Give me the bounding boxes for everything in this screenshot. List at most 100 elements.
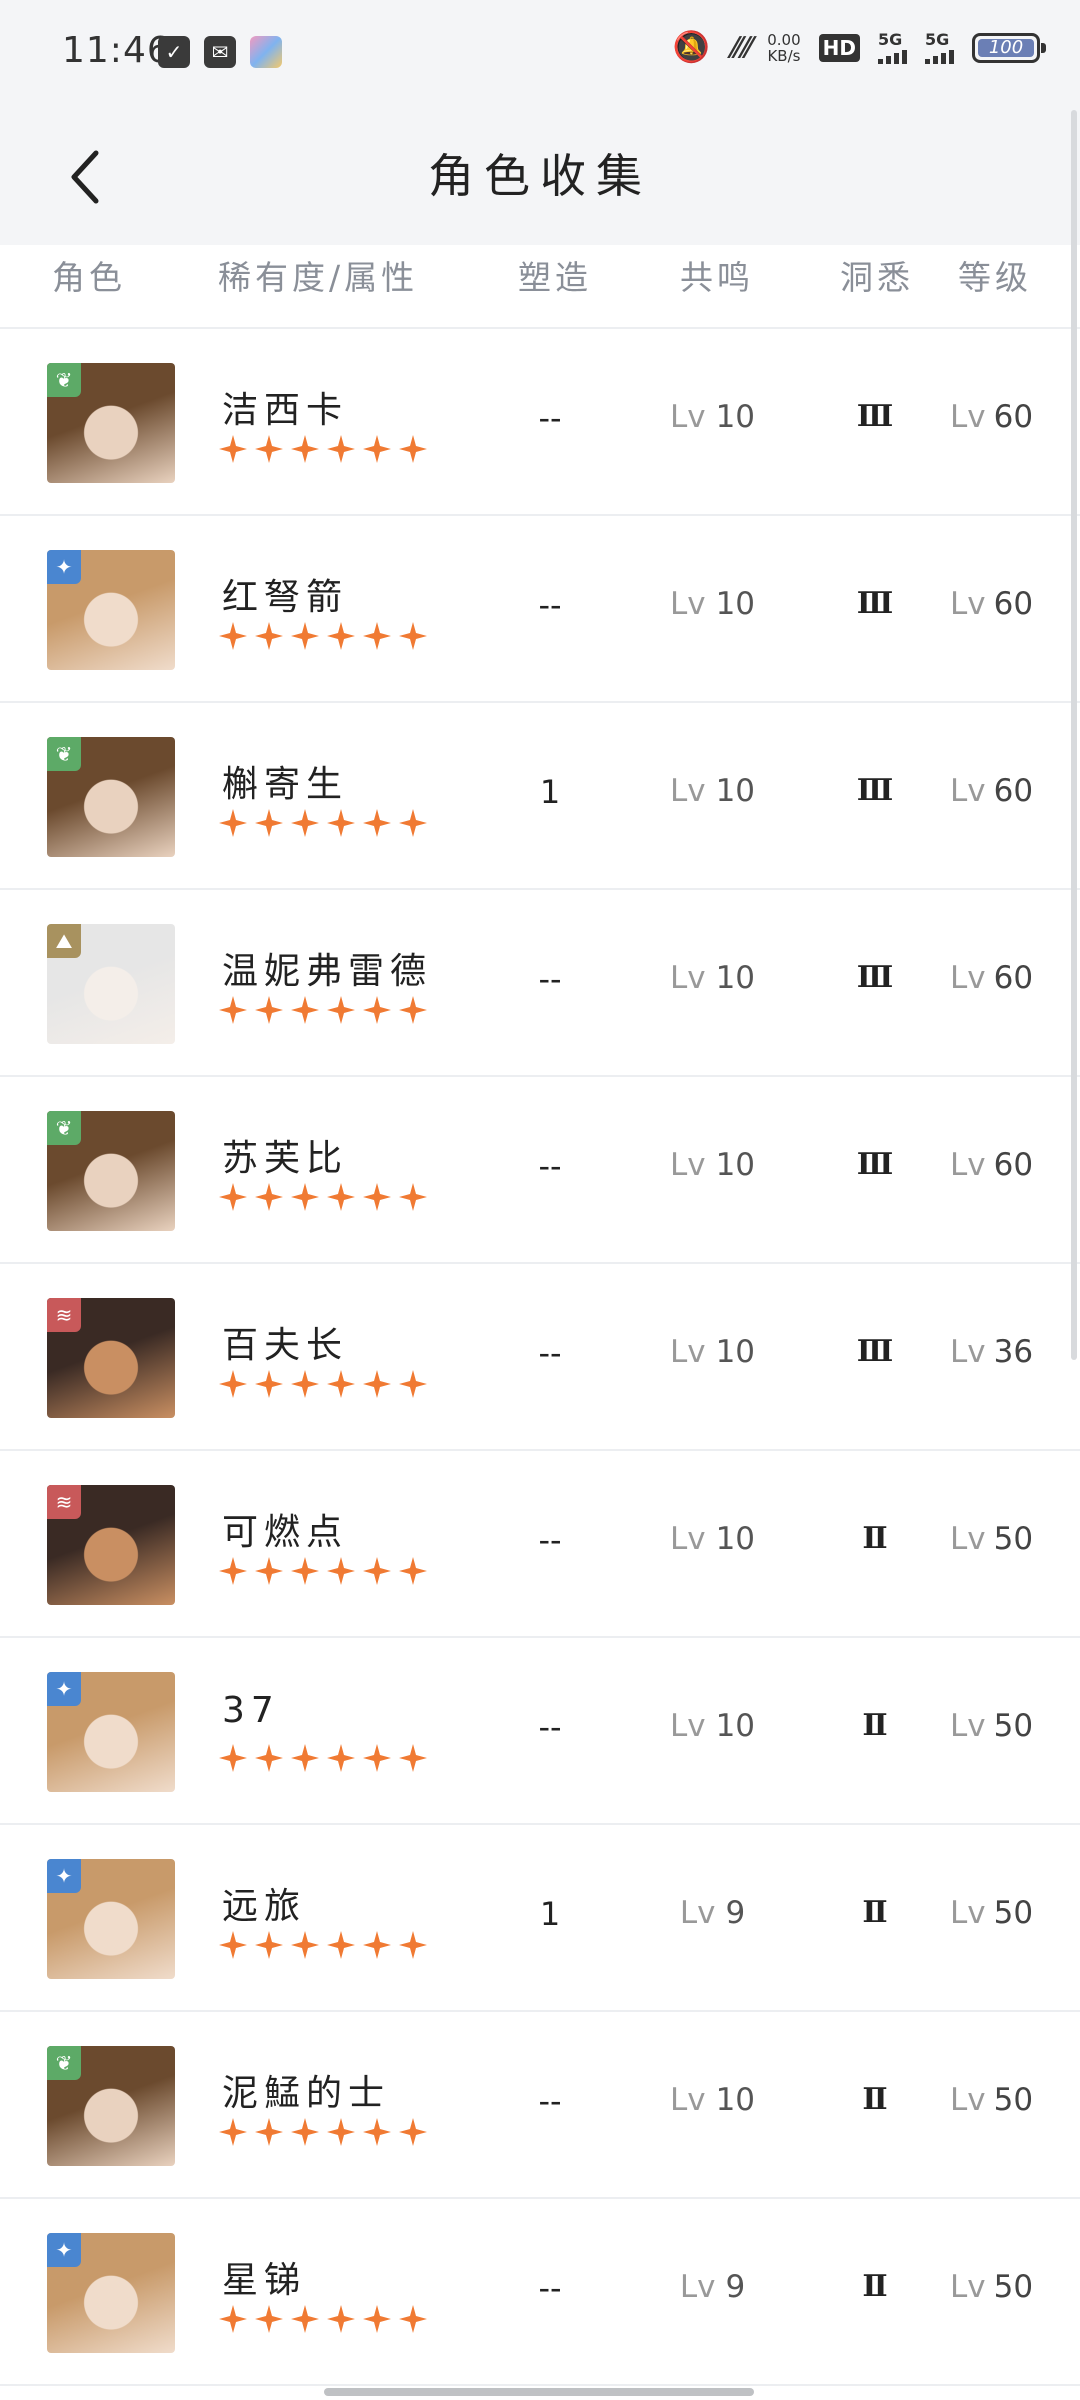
resonance-value: Lv 10	[650, 1708, 775, 1744]
star-icon	[290, 995, 320, 1025]
character-avatar[interactable]: ✦	[47, 550, 175, 670]
level-number: 50	[993, 1708, 1034, 1744]
star-icon	[398, 434, 428, 464]
star-icon	[362, 808, 392, 838]
character-avatar[interactable]: ❦	[47, 737, 175, 857]
sim1-signal-icon: 5G	[878, 29, 907, 64]
star-icon	[398, 1930, 428, 1960]
star-icon	[218, 1743, 248, 1773]
level-number: 50	[993, 2269, 1034, 2305]
star-icon	[398, 995, 428, 1025]
star-icon	[290, 621, 320, 651]
star-icon	[326, 2117, 356, 2147]
character-name: 37	[222, 1690, 280, 1731]
level-number: 60	[993, 586, 1034, 622]
star-icon	[218, 808, 248, 838]
resonance-prefix: Lv	[669, 1147, 706, 1183]
level-number: 50	[993, 1521, 1034, 1557]
character-avatar[interactable]: ❦	[47, 363, 175, 483]
star-icon	[254, 1369, 284, 1399]
character-avatar[interactable]: ✦	[47, 1859, 175, 1979]
character-avatar[interactable]: ≋	[47, 1298, 175, 1418]
insight-value: Ⅲ	[856, 960, 894, 995]
shape-value: --	[538, 1708, 562, 1746]
character-avatar[interactable]: ⛰	[47, 924, 175, 1044]
sim1-network-label: 5G	[878, 29, 903, 49]
insight-value: Ⅲ	[856, 1334, 894, 1369]
character-name: 槲寄生	[222, 764, 349, 805]
character-row[interactable]: ❦ 苏芙比 -- Lv 10 Ⅲ Lv 60	[0, 1077, 1080, 1264]
character-row[interactable]: ✦ 红弩箭 -- Lv 10 Ⅲ Lv 60	[0, 516, 1080, 703]
resonance-value: Lv 9	[650, 2269, 775, 2305]
level-prefix: Lv	[950, 1147, 986, 1183]
element-green-icon: ❦	[47, 2046, 81, 2080]
character-avatar[interactable]: ❦	[47, 1111, 175, 1231]
character-name: 泥鯭的士	[222, 2073, 391, 2114]
shape-value: 1	[539, 1895, 561, 1933]
shape-value: --	[538, 1521, 562, 1559]
notification-icons: ✓ ✉	[158, 36, 282, 68]
resonance-prefix: Lv	[669, 586, 706, 622]
level-value: Lv 60	[950, 1147, 1070, 1183]
star-icon	[218, 2304, 248, 2334]
column-header-role[interactable]: 角色	[52, 251, 126, 299]
home-indicator[interactable]	[324, 2388, 754, 2396]
character-row[interactable]: ✦ 远旅 1 Lv 9 Ⅱ Lv 50	[0, 1825, 1080, 2012]
column-header-level[interactable]: 等级	[958, 251, 1032, 299]
resonance-value: Lv 10	[650, 586, 775, 622]
battery-icon: 100	[972, 32, 1046, 63]
rarity-stars	[218, 1182, 428, 1212]
star-icon	[362, 2304, 392, 2334]
element-blue-icon: ✦	[47, 2233, 81, 2267]
insight-value: Ⅱ	[862, 1521, 888, 1556]
level-value: Lv 50	[950, 1895, 1070, 1931]
resonance-value: Lv 10	[650, 1147, 775, 1183]
resonance-value: Lv 10	[650, 2082, 775, 2118]
resonance-number: 10	[715, 1147, 756, 1183]
column-header-insight[interactable]: 洞悉	[840, 251, 914, 299]
character-row[interactable]: ✦ 37 -- Lv 10 Ⅱ Lv 50	[0, 1638, 1080, 1825]
star-icon	[218, 1182, 248, 1212]
character-row[interactable]: ❦ 洁西卡 -- Lv 10 Ⅲ Lv 60	[0, 329, 1080, 516]
rarity-stars	[218, 1556, 428, 1586]
character-name: 可燃点	[222, 1512, 349, 1553]
star-icon	[398, 621, 428, 651]
character-row[interactable]: ≋ 百夫长 -- Lv 10 Ⅲ Lv 36	[0, 1264, 1080, 1451]
level-prefix: Lv	[950, 2269, 986, 2305]
element-blue-icon: ✦	[47, 1859, 81, 1893]
star-icon	[254, 1743, 284, 1773]
resonance-number: 10	[715, 399, 756, 435]
star-icon	[254, 1182, 284, 1212]
character-row[interactable]: ❦ 泥鯭的士 -- Lv 10 Ⅱ Lv 50	[0, 2012, 1080, 2199]
star-icon	[290, 434, 320, 464]
mail-icon: ✉	[204, 36, 236, 68]
character-row[interactable]: ✦ 星锑 -- Lv 9 Ⅱ Lv 50	[0, 2199, 1080, 2386]
star-icon	[290, 1930, 320, 1960]
character-row[interactable]: ⛰ 温妮弗雷德 -- Lv 10 Ⅲ Lv 60	[0, 890, 1080, 1077]
star-icon	[326, 1182, 356, 1212]
character-avatar[interactable]: ✦	[47, 2233, 175, 2353]
element-gold-icon: ⛰	[47, 924, 81, 958]
star-icon	[326, 808, 356, 838]
level-prefix: Lv	[950, 399, 986, 435]
character-row[interactable]: ❦ 槲寄生 1 Lv 10 Ⅲ Lv 60	[0, 703, 1080, 890]
star-icon	[290, 1556, 320, 1586]
star-icon	[398, 1743, 428, 1773]
scrollbar[interactable]	[1071, 110, 1077, 1360]
column-header-shape[interactable]: 塑造	[518, 251, 592, 299]
insight-value: Ⅲ	[856, 586, 894, 621]
star-icon	[218, 621, 248, 651]
character-avatar[interactable]: ❦	[47, 2046, 175, 2166]
character-avatar[interactable]: ✦	[47, 1672, 175, 1792]
character-row[interactable]: ≋ 可燃点 -- Lv 10 Ⅱ Lv 50	[0, 1451, 1080, 1638]
star-icon	[362, 1743, 392, 1773]
rarity-stars	[218, 1369, 428, 1399]
resonance-value: Lv 10	[650, 960, 775, 996]
table-header: 角色 稀有度/属性 塑造 共鸣 洞悉 等级	[0, 245, 1080, 329]
column-header-rarity[interactable]: 稀有度/属性	[218, 251, 418, 299]
star-icon	[326, 995, 356, 1025]
character-avatar[interactable]: ≋	[47, 1485, 175, 1605]
level-value: Lv 50	[950, 1521, 1070, 1557]
column-header-resonance[interactable]: 共鸣	[680, 251, 754, 299]
resonance-value: Lv 10	[650, 399, 775, 435]
